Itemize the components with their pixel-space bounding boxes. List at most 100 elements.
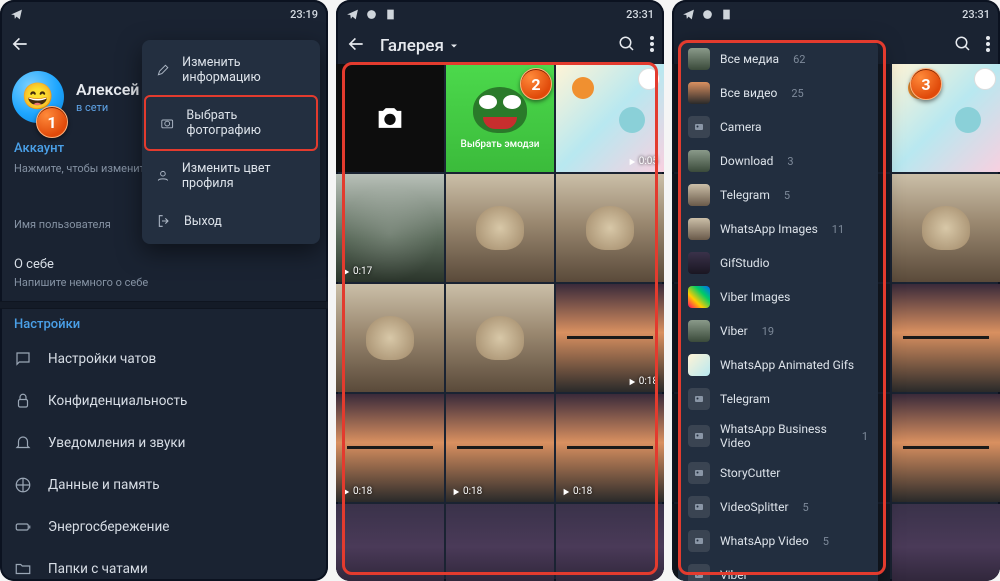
album-thumb: [688, 252, 710, 274]
album-item[interactable]: WhatsApp Animated Gifs: [678, 348, 878, 382]
gallery-title[interactable]: Галерея: [380, 36, 444, 56]
album-thumb: [688, 184, 710, 206]
album-name: Telegram: [720, 188, 770, 202]
gallery-grid: Выбрать эмодзи 0:05 0:17 0:18 0:18 0:18: [336, 64, 664, 581]
thumb[interactable]: [336, 504, 444, 581]
back-icon[interactable]: [346, 34, 366, 58]
settings-power[interactable]: Энергосбережение: [0, 506, 328, 548]
album-count: 19: [762, 325, 774, 338]
album-name: VideoSplitter: [720, 500, 789, 514]
status-bar: 23:19: [0, 0, 328, 25]
album-item[interactable]: GifStudio: [678, 246, 878, 280]
chevron-down-icon[interactable]: [448, 40, 460, 52]
camera-tile[interactable]: [336, 64, 444, 172]
avatar-icon: [156, 168, 170, 184]
album-name: WhatsApp Animated Gifs: [720, 358, 854, 372]
more-icon[interactable]: [986, 36, 990, 56]
telegram-icon: [682, 8, 695, 21]
thumb[interactable]: 0:18: [556, 284, 664, 392]
thumb[interactable]: 0:18: [556, 394, 664, 502]
search-icon[interactable]: [618, 35, 636, 57]
folder-icon: [14, 560, 32, 578]
album-item[interactable]: WhatsApp Images11: [678, 212, 878, 246]
thumb[interactable]: [446, 504, 554, 581]
album-item[interactable]: Viber: [678, 558, 878, 581]
album-name: Viber: [720, 568, 748, 581]
album-name: Camera: [720, 120, 762, 134]
album-name: Все видео: [720, 86, 777, 100]
album-thumb: [688, 564, 710, 581]
album-item[interactable]: Telegram5: [678, 178, 878, 212]
album-item[interactable]: Telegram: [678, 382, 878, 416]
album-thumb: [688, 462, 710, 484]
step-badge-3: 3: [910, 68, 942, 100]
album-name: Telegram: [720, 392, 770, 406]
data-icon: [14, 476, 32, 494]
album-name: WhatsApp Video: [720, 534, 809, 548]
settings-folders[interactable]: Папки с чатами: [0, 548, 328, 581]
thumb[interactable]: 0:18: [446, 394, 554, 502]
album-name: StoryCutter: [720, 466, 780, 480]
settings-notifications[interactable]: Уведомления и звуки: [0, 422, 328, 464]
menu-change-color[interactable]: Изменить цвет профиля: [142, 150, 320, 202]
thumb[interactable]: [446, 174, 554, 282]
more-icon[interactable]: [650, 36, 654, 56]
step-badge-2: 2: [520, 68, 552, 100]
album-thumb: [688, 496, 710, 518]
album-item[interactable]: Viber Images: [678, 280, 878, 314]
thumb[interactable]: [446, 284, 554, 392]
album-name: WhatsApp Images: [720, 222, 818, 236]
settings-privacy[interactable]: Конфиденциальность: [0, 380, 328, 422]
camera-icon: [373, 101, 407, 135]
about-hint: Напишите немного о себе: [0, 274, 328, 301]
pencil-icon: [156, 62, 170, 78]
album-count: 25: [791, 87, 803, 100]
album-thumb: [688, 425, 710, 447]
menu-logout[interactable]: Выход: [142, 202, 320, 240]
album-item[interactable]: Все видео 25: [678, 76, 878, 110]
clock: 23:31: [626, 8, 654, 21]
album-item[interactable]: Download3: [678, 144, 878, 178]
album-thumb: [688, 388, 710, 410]
viber-icon: [720, 8, 733, 21]
about-label[interactable]: О себе: [0, 245, 328, 274]
album-item[interactable]: Viber 19: [678, 314, 878, 348]
thumb[interactable]: [556, 174, 664, 282]
album-item[interactable]: VideoSplitter 5: [678, 490, 878, 524]
thumb[interactable]: 0:18: [336, 394, 444, 502]
step-badge-1: 1: [36, 106, 68, 138]
search-icon[interactable]: [954, 35, 972, 57]
album-thumb: [688, 218, 710, 240]
gallery-header: Галерея: [336, 25, 664, 67]
profile-name: Алексей: [76, 80, 139, 99]
thumb[interactable]: 0:05: [556, 64, 664, 172]
status-bar: 23:31: [672, 0, 1000, 25]
menu-choose-photo[interactable]: Выбрать фотографию: [144, 95, 318, 151]
album-count: 1: [862, 430, 868, 443]
album-name: Viber: [720, 324, 748, 338]
telegram-icon: [346, 8, 359, 21]
clock: 23:19: [290, 8, 318, 21]
album-thumb: [688, 150, 710, 172]
album-thumb: [688, 530, 710, 552]
album-item[interactable]: StoryCutter: [678, 456, 878, 490]
settings-chats[interactable]: Настройки чатов: [0, 338, 328, 380]
album-item[interactable]: Camera: [678, 110, 878, 144]
back-icon[interactable]: [10, 34, 30, 58]
album-count: 5: [823, 535, 829, 548]
album-name: Download: [720, 154, 773, 168]
album-item[interactable]: Все медиа62: [678, 42, 878, 76]
menu-edit-info[interactable]: Изменить информацию: [142, 44, 320, 96]
profile-status: в сети: [76, 101, 139, 114]
album-name: WhatsApp Business Video: [720, 422, 848, 450]
settings-data[interactable]: Данные и память: [0, 464, 328, 506]
lock-icon: [14, 392, 32, 410]
thumb[interactable]: [556, 504, 664, 581]
thumb[interactable]: [336, 284, 444, 392]
album-count: 5: [803, 501, 809, 514]
album-item[interactable]: WhatsApp Video 5: [678, 524, 878, 558]
bell-icon: [14, 434, 32, 452]
album-item[interactable]: WhatsApp Business Video 1: [678, 416, 878, 456]
album-list: Все медиа62Все видео25CameraDownload3Tel…: [678, 40, 878, 581]
thumb[interactable]: 0:17: [336, 174, 444, 282]
